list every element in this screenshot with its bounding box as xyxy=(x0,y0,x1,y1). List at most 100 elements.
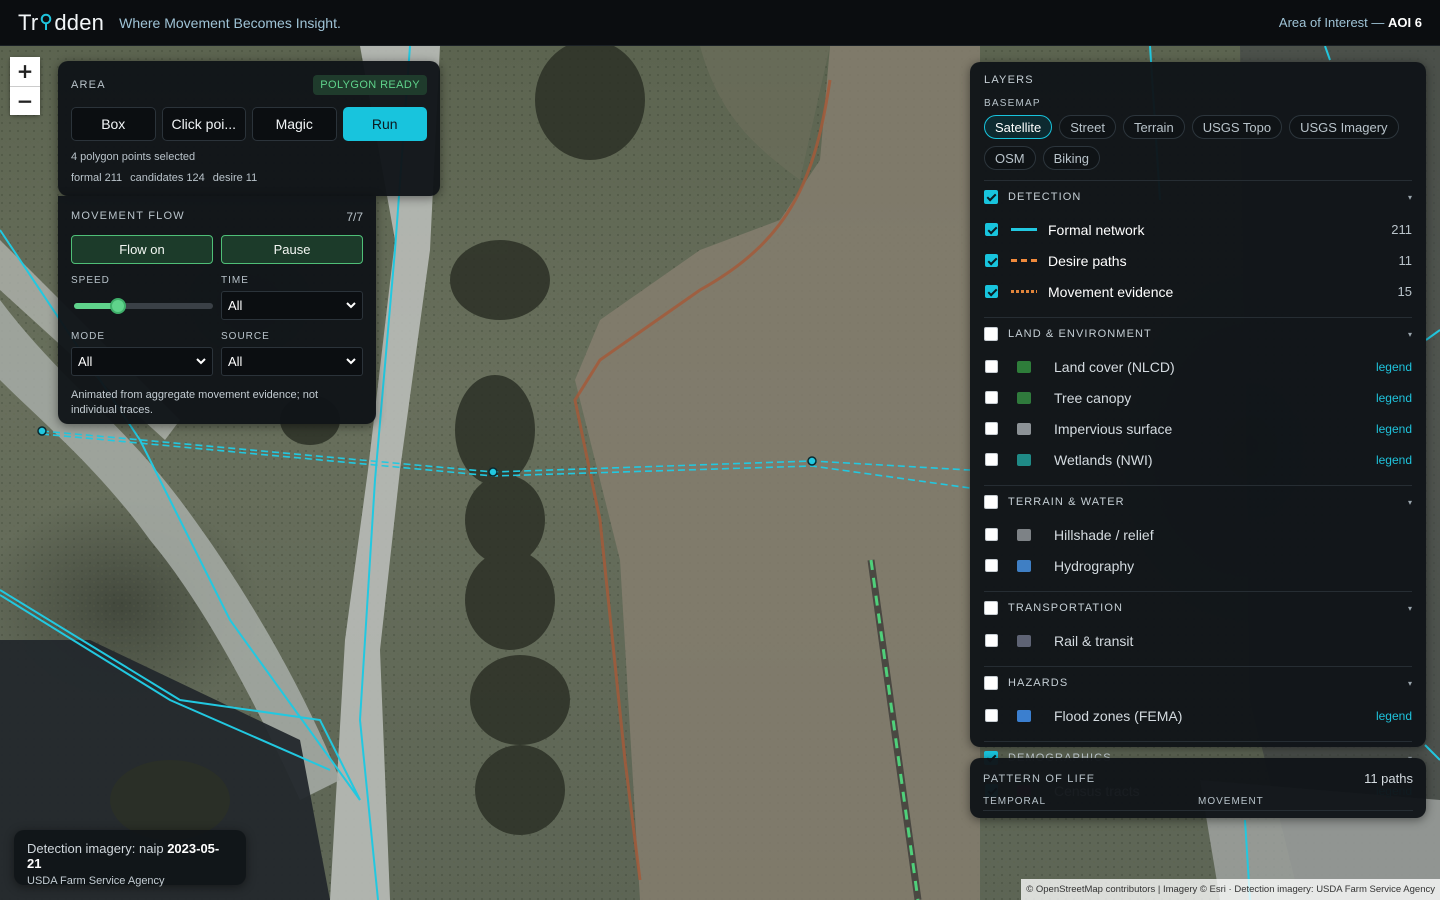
legend-link[interactable]: legend xyxy=(1376,422,1412,436)
zoom-control: + − xyxy=(10,57,40,115)
layer-group-header[interactable]: TRANSPORTATION ▾ xyxy=(984,600,1412,616)
layer-group-detection: DETECTION ▾ Formal network 211 Desire paths 1… xyxy=(984,180,1412,307)
points-selected-text: 4 polygon points selected xyxy=(71,151,196,163)
basemap-chip-street[interactable]: Street xyxy=(1059,115,1116,139)
layer-checkbox[interactable] xyxy=(985,223,998,236)
speed-slider[interactable] xyxy=(71,291,213,320)
top-bar: Tr dden Where Movement Becomes Insight. … xyxy=(0,0,1440,46)
layers-title: LAYERS xyxy=(984,74,1034,86)
movement-flow-panel: MOVEMENT FLOW 7/7 Flow on Pause SPEED TI… xyxy=(58,196,376,424)
legend-link[interactable]: legend xyxy=(1376,453,1412,467)
flow-on-button[interactable]: Flow on xyxy=(71,235,213,264)
group-name: DETECTION xyxy=(1008,191,1082,203)
layer-checkbox[interactable] xyxy=(985,709,998,722)
layer-name: Hydrography xyxy=(1054,557,1135,574)
layer-group-header[interactable]: DETECTION ▾ xyxy=(984,189,1412,205)
caret-down-icon[interactable]: ▾ xyxy=(1408,330,1412,339)
layer-checkbox[interactable] xyxy=(985,254,998,267)
layer-groups: DETECTION ▾ Formal network 211 Desire paths 1… xyxy=(984,180,1412,806)
layer-row-wetlands-nwi[interactable]: Wetlands (NWI) legend xyxy=(984,444,1412,475)
map-attribution[interactable]: © OpenStreetMap contributors | Imagery ©… xyxy=(1021,879,1440,900)
legend-link[interactable]: legend xyxy=(1376,391,1412,405)
basemap-chip-biking[interactable]: Biking xyxy=(1042,146,1101,170)
group-checkbox[interactable] xyxy=(984,601,998,615)
zoom-out-button[interactable]: − xyxy=(10,85,40,115)
caret-down-icon[interactable]: ▾ xyxy=(1408,193,1412,202)
layer-name: Desire paths xyxy=(1048,252,1127,269)
color-swatch-icon xyxy=(1017,422,1031,435)
pause-button[interactable]: Pause xyxy=(221,235,363,264)
area-title: AREA xyxy=(71,79,106,91)
layer-group-hazards: HAZARDS ▾ Flood zones (FEMA) legend xyxy=(984,666,1412,731)
map-pin-icon xyxy=(39,13,53,33)
pattern-of-life-panel: PATTERN OF LIFE 11 paths TEMPORAL MOVEME… xyxy=(970,758,1426,818)
group-checkbox[interactable] xyxy=(984,676,998,690)
basemap-chip-usgs-topo[interactable]: USGS Topo xyxy=(1191,115,1283,139)
layer-row-tree-canopy[interactable]: Tree canopy legend xyxy=(984,382,1412,413)
layer-row-movement-evidence[interactable]: Movement evidence 15 xyxy=(984,276,1412,307)
basemap-chip-terrain[interactable]: Terrain xyxy=(1122,115,1185,139)
mode-label: MODE xyxy=(71,331,105,342)
group-checkbox[interactable] xyxy=(984,327,998,341)
basemap-label: BASEMAP xyxy=(984,98,1041,109)
mode-select[interactable]: All xyxy=(71,347,213,376)
app-logo[interactable]: Tr dden xyxy=(18,10,104,36)
legend-link[interactable]: legend xyxy=(1376,360,1412,374)
stat-candidates: candidates 124 xyxy=(130,172,205,184)
layer-checkbox[interactable] xyxy=(985,559,998,572)
layer-row-land-cover-nlcd[interactable]: Land cover (NLCD) legend xyxy=(984,351,1412,382)
layer-checkbox[interactable] xyxy=(985,422,998,435)
layer-row-formal-network[interactable]: Formal network 211 xyxy=(984,214,1412,245)
group-checkbox[interactable] xyxy=(984,495,998,509)
time-select[interactable]: All xyxy=(221,291,363,320)
source-select[interactable]: All xyxy=(221,347,363,376)
layer-checkbox[interactable] xyxy=(985,528,998,541)
detection-imagery-agency: USDA Farm Service Agency xyxy=(27,875,165,887)
basemap-chip-osm[interactable]: OSM xyxy=(984,146,1036,170)
speed-slider-track xyxy=(74,297,213,314)
layer-name: Tree canopy xyxy=(1054,389,1132,406)
paths-count: 11 paths xyxy=(1364,771,1413,786)
speed-slider-handle[interactable] xyxy=(110,297,127,314)
polygon-status-badge: POLYGON READY xyxy=(313,75,427,95)
time-select-value: All xyxy=(228,298,243,313)
caret-down-icon[interactable]: ▾ xyxy=(1408,498,1412,507)
layer-count: 11 xyxy=(1398,253,1413,268)
box-button[interactable]: Box xyxy=(71,107,156,141)
basemap-chip-satellite[interactable]: Satellite xyxy=(984,115,1053,139)
layer-row-desire-paths[interactable]: Desire paths 11 xyxy=(984,245,1412,276)
color-swatch-icon xyxy=(1017,528,1031,541)
legend-link[interactable]: legend xyxy=(1376,709,1412,723)
basemap-chip-usgs-imagery[interactable]: USGS Imagery xyxy=(1289,115,1399,139)
layer-checkbox[interactable] xyxy=(985,634,998,647)
layer-row-hydrography[interactable]: Hydrography xyxy=(984,550,1412,581)
layer-name: Wetlands (NWI) xyxy=(1054,451,1153,468)
layer-group-header[interactable]: TERRAIN & WATER ▾ xyxy=(984,494,1412,510)
run-button[interactable]: Run xyxy=(342,107,427,141)
layer-checkbox[interactable] xyxy=(985,360,998,373)
layer-checkbox[interactable] xyxy=(985,285,998,298)
magic-button[interactable]: Magic xyxy=(252,107,337,141)
layer-checkbox[interactable] xyxy=(985,391,998,404)
flow-count: 7/7 xyxy=(346,210,363,224)
caret-down-icon[interactable]: ▾ xyxy=(1408,679,1412,688)
group-checkbox[interactable] xyxy=(984,190,998,204)
zoom-in-button[interactable]: + xyxy=(10,57,40,86)
layer-row-flood-zones-fema[interactable]: Flood zones (FEMA) legend xyxy=(984,700,1412,731)
aoi-indicator: Area of Interest — AOI 6 xyxy=(1279,15,1422,30)
layer-row-rail-transit[interactable]: Rail & transit xyxy=(984,625,1412,656)
group-name: TRANSPORTATION xyxy=(1008,602,1124,614)
source-select-value: All xyxy=(228,354,243,369)
layer-row-impervious-surface[interactable]: Impervious surface legend xyxy=(984,413,1412,444)
click-points-button[interactable]: Click poi... xyxy=(161,107,246,141)
layer-row-hillshade-relief[interactable]: Hillshade / relief xyxy=(984,519,1412,550)
chevron-down-icon xyxy=(346,358,356,365)
detection-imagery-source: Detection imagery: naip xyxy=(27,841,164,856)
layer-checkbox[interactable] xyxy=(985,453,998,466)
caret-down-icon[interactable]: ▾ xyxy=(1408,604,1412,613)
pattern-of-life-title: PATTERN OF LIFE xyxy=(983,772,1096,785)
layer-group-header[interactable]: LAND & ENVIRONMENT ▾ xyxy=(984,326,1412,342)
flow-note: Animated from aggregate movement evidenc… xyxy=(71,389,319,416)
layer-group-header[interactable]: HAZARDS ▾ xyxy=(984,675,1412,691)
stat-desire: desire 11 xyxy=(212,172,258,184)
